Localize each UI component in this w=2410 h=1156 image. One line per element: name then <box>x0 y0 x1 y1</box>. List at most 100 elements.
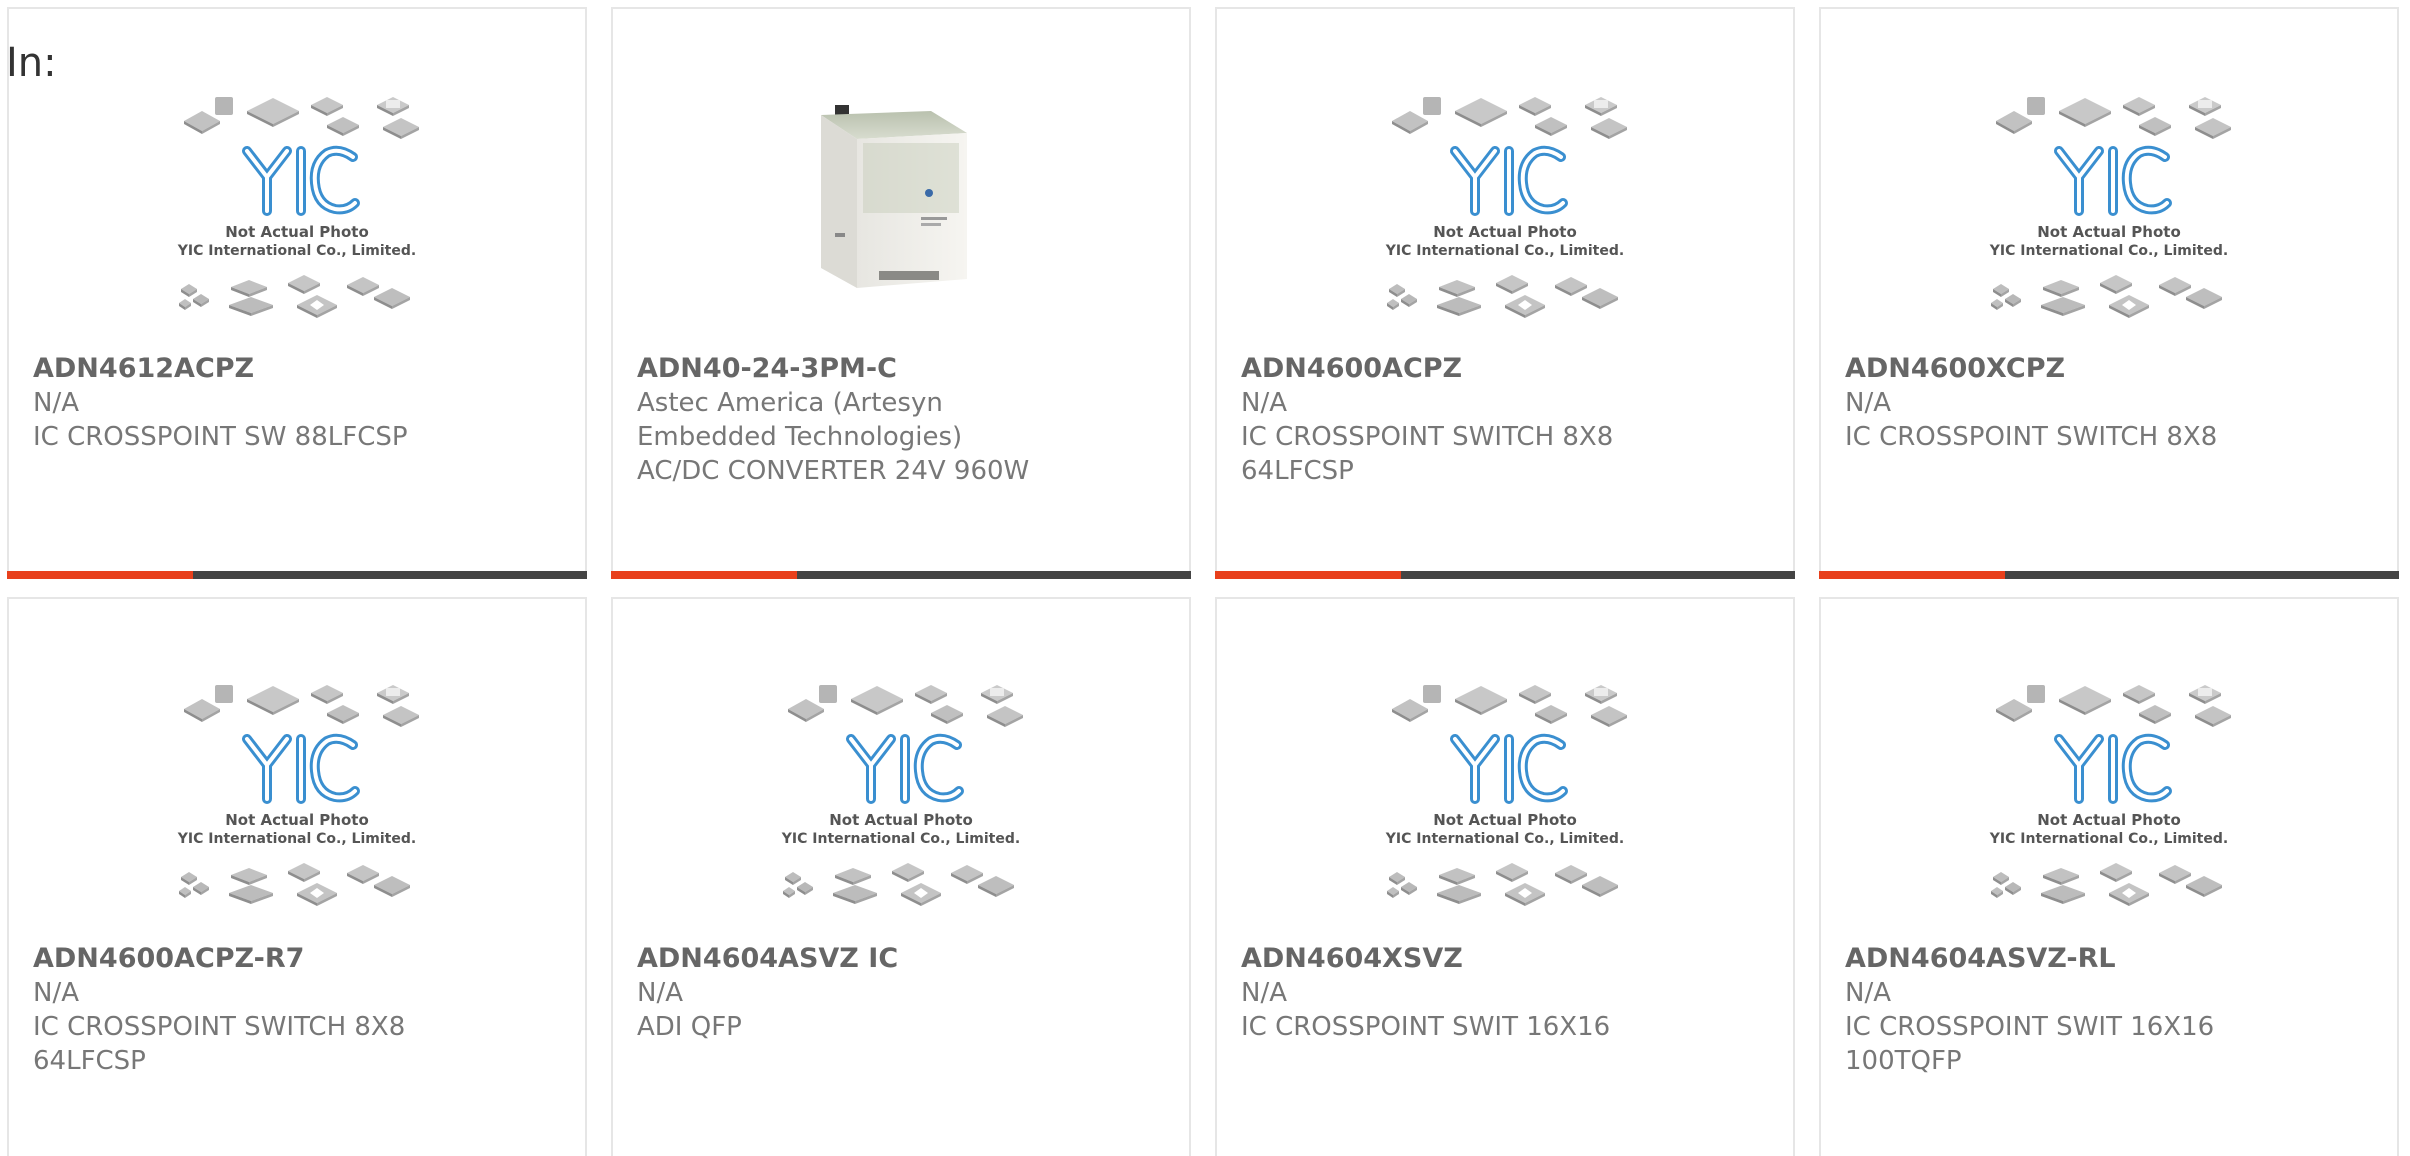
placeholder-caption: Not Actual Photo <box>2037 223 2181 241</box>
chip-icon <box>978 876 1014 897</box>
part-number[interactable]: ADN4612ACPZ <box>33 352 567 386</box>
part-number[interactable]: ADN4604ASVZ-RL <box>1845 942 2379 976</box>
product-card[interactable]: Not Actual Photo YIC International Co., L… <box>1215 7 1795 579</box>
chip-icon <box>231 280 267 297</box>
chip-icon <box>2059 98 2111 127</box>
chip-icon <box>374 288 410 309</box>
placeholder-caption: Not Actual Photo <box>1433 223 1577 241</box>
filter-label: In: <box>6 40 57 86</box>
chip-icon <box>2159 277 2191 296</box>
progress-bar <box>1215 571 1795 579</box>
chip-icon <box>2043 280 2079 297</box>
product-image: Not Actual Photo YIC International Co., L… <box>9 681 585 935</box>
product-card[interactable]: Not Actual Photo YIC International Co., L… <box>7 597 587 1156</box>
chip-icon <box>797 882 813 895</box>
chip-icon <box>1437 297 1481 316</box>
chip-icon <box>1455 686 1507 715</box>
manufacturer: N/A <box>1845 388 1891 418</box>
chip-icon <box>1996 111 2032 134</box>
chip-icon <box>1387 887 1399 898</box>
yic-placeholder-icon: Not Actual Photo YIC International Co., L… <box>177 97 419 318</box>
chip-icon <box>2005 294 2021 307</box>
part-number[interactable]: ADN4600ACPZ-R7 <box>33 942 567 976</box>
product-card[interactable]: ADN40-24-3PM-C Astec America (Artesyn Em… <box>611 7 1191 579</box>
power-supply-photo <box>821 105 967 288</box>
product-card[interactable]: Not Actual Photo YIC International Co., L… <box>1819 597 2399 1156</box>
chip-icon <box>1993 872 2009 885</box>
chip-icon <box>288 275 320 294</box>
chip-icon <box>1389 872 1405 885</box>
chip-icon <box>785 872 801 885</box>
chip-icon <box>2100 863 2132 882</box>
description: ADI QFP <box>637 1012 742 1042</box>
product-image: Not Actual Photo YIC International Co., L… <box>9 93 585 347</box>
product-image: Not Actual Photo YIC International Co., L… <box>1821 681 2397 935</box>
chip-icon <box>2027 685 2045 703</box>
description: IC CROSSPOINT SWIT 16X16 <box>1241 1012 1611 1042</box>
product-card[interactable]: Not Actual Photo YIC International Co., L… <box>1819 7 2399 579</box>
chip-icon <box>2195 706 2231 727</box>
description: 64LFCSP <box>33 1046 146 1076</box>
progress-bar <box>611 571 1191 579</box>
product-image: Not Actual Photo YIC International Co., L… <box>1217 93 1793 347</box>
chip-icon <box>851 686 903 715</box>
chip-icon <box>819 685 837 703</box>
product-image <box>613 93 1189 347</box>
chip-icon <box>2195 118 2231 139</box>
part-number[interactable]: ADN4600XCPZ <box>1845 352 2379 386</box>
part-number[interactable]: ADN4604XSVZ <box>1241 942 1775 976</box>
product-image: Not Actual Photo YIC International Co., L… <box>1821 93 2397 347</box>
part-number[interactable]: ADN40-24-3PM-C <box>637 352 1171 386</box>
description: IC CROSSPOINT SW 88LFCSP <box>33 422 408 452</box>
manufacturer: N/A <box>33 388 79 418</box>
chip-icon <box>386 688 400 696</box>
chip-icon <box>1555 277 1587 296</box>
chip-icon <box>327 117 359 136</box>
chip-icon <box>215 97 233 115</box>
chip-icon <box>1519 97 1551 116</box>
chip-icon <box>2041 885 2085 904</box>
chip-icon <box>1401 294 1417 307</box>
yic-placeholder-icon: Not Actual Photo YIC International Co., L… <box>1385 97 1627 318</box>
product-card[interactable]: Not Actual Photo YIC International Co., L… <box>7 7 587 579</box>
chip-icon <box>788 699 824 722</box>
manufacturer: N/A <box>637 978 683 1008</box>
product-card[interactable]: Not Actual Photo YIC International Co., L… <box>1215 597 1795 1156</box>
manufacturer: N/A <box>1845 978 1891 1008</box>
chip-icon <box>2159 865 2191 884</box>
chip-icon <box>2186 876 2222 897</box>
product-card[interactable]: Not Actual Photo YIC International Co., L… <box>611 597 1191 1156</box>
chip-icon <box>990 688 1004 696</box>
yic-placeholder-icon: Not Actual Photo YIC International Co., L… <box>1989 97 2231 318</box>
chip-icon <box>1594 100 1608 108</box>
chip-icon <box>347 865 379 884</box>
chip-icon <box>1555 865 1587 884</box>
chip-icon <box>181 872 197 885</box>
chip-icon <box>2139 705 2171 724</box>
chip-icon <box>229 297 273 316</box>
manufacturer: N/A <box>1241 388 1287 418</box>
chip-icon <box>1591 706 1627 727</box>
chip-icon <box>892 863 924 882</box>
part-number[interactable]: ADN4600ACPZ <box>1241 352 1775 386</box>
chip-icon <box>1423 685 1441 703</box>
yic-logo <box>242 733 360 804</box>
chip-icon <box>1582 876 1618 897</box>
progress-fill <box>1215 571 1401 579</box>
chip-icon <box>1496 863 1528 882</box>
chip-icon <box>987 706 1023 727</box>
chip-icon <box>2139 117 2171 136</box>
chip-icon <box>1423 97 1441 115</box>
chip-icon <box>915 685 947 704</box>
progress-bar <box>7 571 587 579</box>
chip-icon <box>1392 111 1428 134</box>
chip-icon <box>1455 98 1507 127</box>
part-number[interactable]: ADN4604ASVZ IC <box>637 942 1171 976</box>
yic-placeholder-icon: Not Actual Photo YIC International Co., L… <box>177 685 419 906</box>
chip-icon <box>229 885 273 904</box>
yic-logo <box>2054 733 2172 804</box>
placeholder-caption: YIC International Co., Limited. <box>1989 243 2228 259</box>
chip-icon <box>1582 288 1618 309</box>
chip-icon <box>951 865 983 884</box>
chip-icon <box>215 685 233 703</box>
